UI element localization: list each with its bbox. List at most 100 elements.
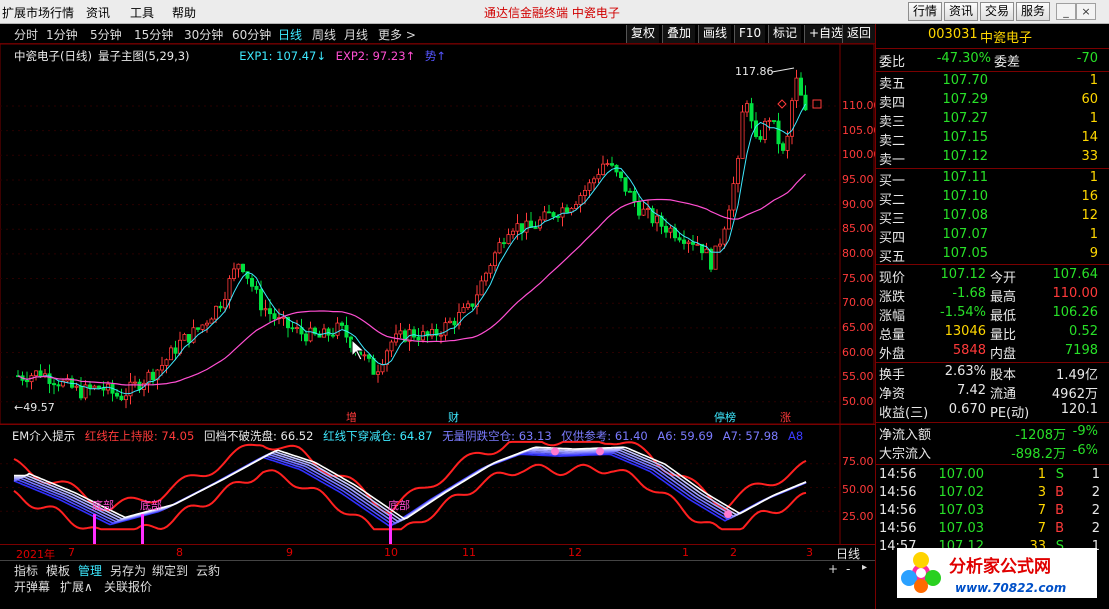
candle-body — [447, 320, 452, 324]
period-bar: 分时 1分钟 5分钟 15分钟 30分钟 60分钟 日线 周线 月线 更多 > … — [0, 24, 875, 44]
tick-count: 2 — [1091, 521, 1100, 536]
logo-url-text: www.70822.com — [955, 581, 1066, 595]
candle-body — [524, 220, 529, 233]
zoom-in-icon[interactable]: + — [828, 562, 838, 576]
minimize-icon[interactable]: _ — [1056, 3, 1076, 20]
trade-button[interactable]: 交易 — [980, 2, 1015, 21]
quote-button[interactable]: 行情 — [908, 2, 943, 21]
zoom-out-icon[interactable]: - — [846, 562, 850, 576]
tick-count: 2 — [1091, 503, 1100, 518]
candle-body — [785, 135, 790, 151]
candle-body — [263, 308, 268, 311]
tick-time: 14:56 — [879, 485, 917, 500]
period-daily[interactable]: 日线 — [278, 26, 302, 43]
buy-label: 买四 — [879, 231, 906, 246]
period-more[interactable]: 更多 > — [378, 26, 416, 43]
price-tick-label: 90.00 — [842, 197, 874, 211]
stat2-value: 2.63% — [944, 364, 986, 379]
overlay-button[interactable]: 叠加 — [662, 25, 696, 43]
period-monthly[interactable]: 月线 — [344, 26, 368, 43]
candle-body — [542, 211, 547, 221]
news-button[interactable]: 资讯 — [944, 2, 979, 21]
adjust-button[interactable]: 复权 — [626, 25, 660, 43]
indicator-panel[interactable]: EM介入提示 红线在上持股: 74.05 回档不破洗盘: 66.52 红线下穿减… — [0, 424, 875, 545]
order-ratio-row: 委比 -47.30% 委差 -70 — [879, 51, 1098, 70]
draw-button[interactable]: 画线 — [698, 25, 732, 43]
candle-body — [218, 305, 223, 309]
mark-button[interactable]: 标记 — [768, 25, 802, 43]
chart-title: 中瓷电子(日线) — [14, 49, 92, 63]
date-label-11: 11 — [462, 546, 476, 559]
period-intraday[interactable]: 分时 — [14, 26, 38, 43]
period-5min[interactable]: 5分钟 — [90, 26, 122, 43]
f10-button[interactable]: F10 — [734, 25, 766, 43]
candlestick-chart[interactable] — [0, 44, 875, 424]
candle-body — [749, 103, 754, 122]
candle-body — [483, 272, 488, 282]
tab-related-quote[interactable]: 关联报价 — [104, 578, 152, 595]
diamond-marker-icon — [777, 99, 787, 109]
candle-body — [52, 383, 57, 386]
stat-row: 涨跌 -1.68 最高 110.00 — [876, 286, 1109, 305]
sell-label: 卖三 — [879, 115, 906, 130]
stat-row: 现价 107.12 今开 107.64 — [876, 267, 1109, 286]
period-1min[interactable]: 1分钟 — [46, 26, 78, 43]
main-chart[interactable]: 中瓷电子(日线) 量子主图(5,29,3) EXP1: 107.47↓ EXP2:… — [0, 44, 881, 424]
indicator-legend-1: 红线在上持股: 74.05 — [84, 429, 195, 443]
candle-body — [713, 245, 718, 270]
price-tick-label: 65.00 — [842, 320, 874, 334]
sell-row: 卖五 107.70 1 — [876, 73, 1109, 92]
date-label-3: 3 — [806, 546, 813, 559]
candle-body — [605, 163, 610, 165]
bottom-signal-bar — [141, 514, 144, 545]
candle-body — [204, 322, 209, 326]
stat2-label: 股本 — [990, 368, 1017, 383]
menu-tools[interactable]: 工具 — [130, 4, 154, 21]
period-15min[interactable]: 15分钟 — [134, 26, 173, 43]
add-favorite-button[interactable]: +自选 — [804, 25, 848, 43]
candle-body — [547, 211, 552, 214]
indicator-legend-3: 红线下穿减仓: 64.87 — [323, 429, 433, 443]
candle-body — [384, 350, 389, 365]
exp1-label: EXP1: 107.47↓ — [239, 49, 327, 63]
buy-price: 107.10 — [942, 189, 989, 204]
sell-price: 107.27 — [942, 111, 989, 126]
candle-body — [722, 228, 727, 245]
tick-row: 14:56 107.03 7 B 2 — [876, 503, 1109, 522]
trend-label: 势↑ — [424, 49, 446, 63]
candle-body — [267, 308, 272, 315]
mouse-cursor-icon — [351, 338, 366, 361]
back-button[interactable]: 返回 — [842, 25, 875, 43]
period-60min[interactable]: 60分钟 — [232, 26, 271, 43]
candle-body — [794, 77, 799, 102]
indicator-signal-dot — [724, 510, 732, 519]
menu-extended-market[interactable]: 扩展市场行情 — [2, 4, 74, 21]
candle-body — [34, 370, 39, 377]
candle-body — [182, 334, 187, 341]
tick-price: 107.03 — [938, 521, 985, 536]
tab-extend[interactable]: 扩展∧ — [60, 578, 93, 595]
close-icon[interactable]: × — [1076, 3, 1096, 20]
price-tick-label: 80.00 — [842, 246, 874, 260]
sell-row: 卖三 107.27 1 — [876, 111, 1109, 130]
stat-value: 106.26 — [1052, 305, 1099, 320]
period-weekly[interactable]: 周线 — [312, 26, 336, 43]
period-30min[interactable]: 30分钟 — [184, 26, 223, 43]
ind-tick-50: 50.00 — [842, 483, 874, 496]
indicator-signal-dot — [551, 447, 559, 456]
candle-body — [200, 324, 205, 330]
chart-frame — [0, 44, 875, 424]
candle-body — [303, 333, 308, 342]
candle-body — [596, 174, 601, 180]
candle-body — [533, 227, 538, 229]
menu-news[interactable]: 资讯 — [86, 4, 110, 21]
sell-price: 107.29 — [942, 92, 989, 107]
candle-body — [168, 347, 173, 361]
indicator-band-line — [14, 447, 807, 521]
service-button[interactable]: 服务 — [1016, 2, 1051, 21]
menu-help[interactable]: 帮助 — [172, 4, 196, 21]
scroll-right-icon[interactable]: ▸ — [862, 562, 867, 573]
stat-label: 最低 — [990, 309, 1017, 324]
tab-danmaku[interactable]: 开弹幕 — [14, 578, 50, 595]
candle-body — [115, 392, 120, 397]
